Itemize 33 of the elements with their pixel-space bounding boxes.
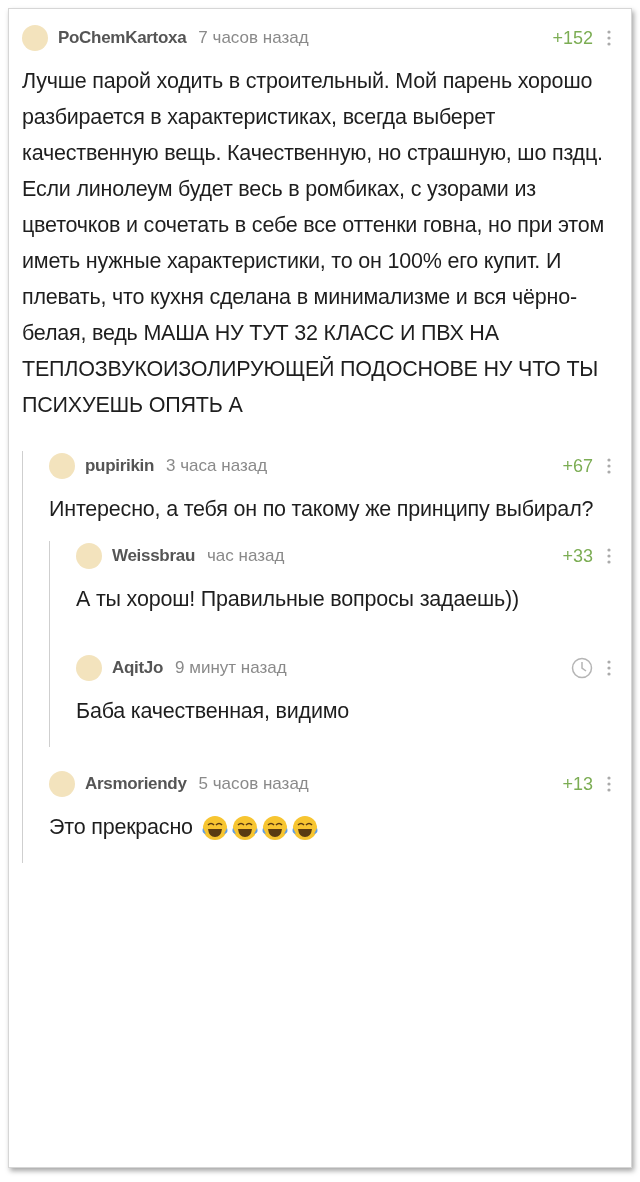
comment-time: 3 часа назад — [166, 456, 268, 476]
comment-time: час назад — [206, 546, 285, 566]
avatar[interactable] — [22, 25, 48, 51]
author-name[interactable]: AqitJo — [112, 658, 164, 678]
rating: +152 — [552, 27, 593, 49]
more-icon[interactable] — [607, 548, 611, 564]
avatar[interactable] — [49, 453, 75, 479]
author-name[interactable]: pupirikin — [85, 456, 155, 476]
comment-text: Интересно, а тебя он по такому же принципу выбирал? — [49, 497, 594, 521]
more-icon[interactable] — [607, 458, 611, 474]
comment-time: 9 минут назад — [175, 658, 287, 678]
more-icon[interactable] — [607, 660, 611, 676]
comment-time: 7 часов назад — [198, 28, 309, 48]
more-icon[interactable] — [607, 776, 611, 792]
comment-text: Это прекрасно — [49, 815, 193, 839]
more-icon[interactable] — [607, 30, 611, 46]
laughing-emoji-icon — [290, 815, 319, 842]
laughing-emoji-icon — [200, 815, 229, 842]
comment-text: Лучше парой ходить в строительный. Мой парень хорошо разбирается в характеристиках, всегда выберет качественную вещь. Качественную, но страшную, шо пздц. Если линолеум будет весь в ромбиках, с узорами из цветочков и сочетать в себе все оттенки говна, но при этом иметь нужные характеристики, то он 100% его купит. И плевать, что кухня сделана в минимализме и вся чёрно-белая, ведь МАША НУ ТУТ 32 КЛАСС И ПВХ НА ТЕПЛОЗВУКОИЗОЛИРУЮЩЕЙ ПОДОСНОВЕ НУ ЧТО ТЫ ПСИХУЕШЬ ОПЯТЬ А — [22, 69, 605, 417]
rating: +33 — [562, 545, 593, 567]
avatar[interactable] — [49, 771, 75, 797]
comment-time: 5 часов назад — [198, 774, 309, 794]
laughing-emoji-icon — [230, 815, 259, 842]
laughing-emoji-icon — [260, 815, 289, 842]
rating: +13 — [562, 773, 593, 795]
rating: +67 — [562, 455, 593, 477]
comment-text: Баба качественная, видимо — [76, 699, 350, 723]
author-name[interactable]: Arsmoriendy — [85, 774, 187, 794]
author-name[interactable]: PoChemKartoxa — [58, 28, 187, 48]
avatar[interactable] — [76, 543, 102, 569]
comment-text: А ты хорош! Правильные вопросы задаешь)) — [76, 587, 519, 611]
author-name[interactable]: Weissbrau — [112, 546, 195, 566]
avatar[interactable] — [76, 655, 102, 681]
